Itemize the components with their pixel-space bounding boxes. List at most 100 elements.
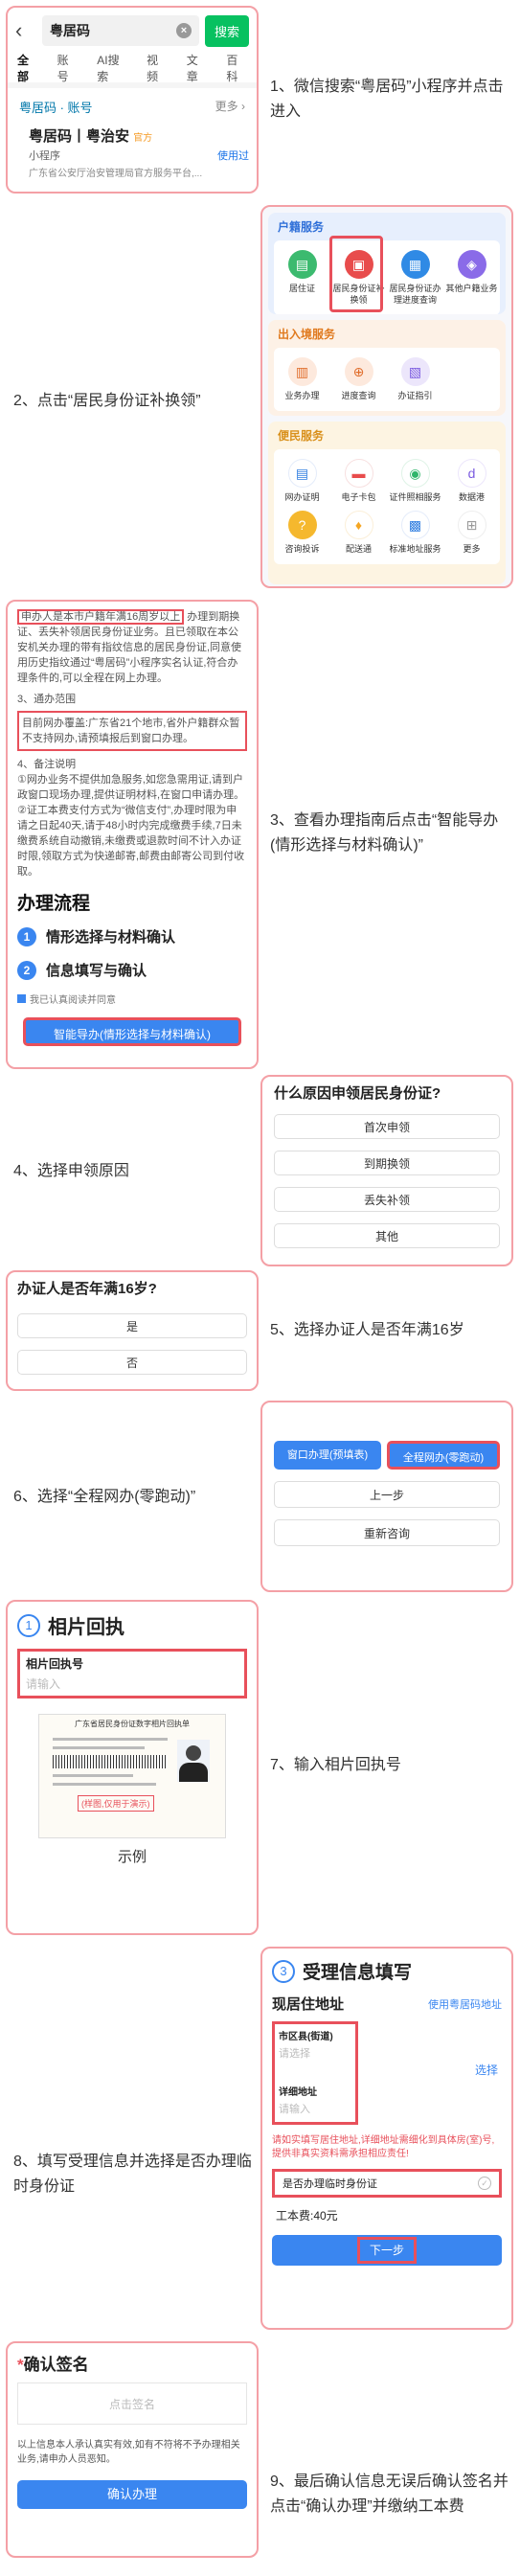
service-residence-permit[interactable]: ▤ 居住证 (274, 246, 330, 309)
step3-caption: 3、查看办理指南后点击“智能导办(情形选择与材料确认)” (270, 812, 499, 854)
proof-icon: ▤ (287, 459, 317, 488)
household-panel: 户籍服务 ▤ 居住证 ▣ 居民身份证补换领 ▦ 居民身份证办理进度查询 ◈ 其他户籍业务 (268, 213, 506, 314)
tab-ai-search[interactable]: AI搜索 (97, 52, 127, 84)
tab-account[interactable]: 账号 (57, 52, 79, 84)
more-link[interactable]: 更多 › (215, 98, 245, 116)
service-data-port[interactable]: d 数据港 (443, 455, 500, 507)
online-handle-button[interactable]: 全程网办(零跑动) (387, 1441, 500, 1470)
data-icon: d (457, 459, 486, 488)
section-number: 3 (272, 1959, 295, 1983)
section-title: 粤居码 · 账号 (19, 101, 93, 115)
receipt-field: 相片回执号 请输入 (17, 1649, 247, 1698)
service-guide[interactable]: ▧ 办证指引 (387, 353, 443, 405)
age-question: 办证人是否年满16岁? (17, 1281, 157, 1297)
step2-caption: 2、点击“居民身份证补换领” (13, 393, 201, 409)
clear-icon[interactable]: × (175, 23, 192, 38)
window-handle-button[interactable]: 窗口办理(预填表) (274, 1441, 381, 1470)
age-no[interactable]: 否 (17, 1350, 247, 1375)
district-select[interactable]: 请选择 (279, 2045, 351, 2061)
service-online-proof[interactable]: ▤ 网办证明 (274, 455, 330, 507)
next-step-button[interactable]: 下一步 (272, 2235, 502, 2266)
service-id-progress[interactable]: ▦ 居民身份证办理进度查询 (387, 246, 443, 309)
step7-caption: 7、输入相片回执号 (270, 1757, 401, 1773)
reason-other[interactable]: 其他 (274, 1223, 500, 1248)
step1-wechat-search-card: ‹ 粤居码 × 搜索 全部 账号 AI搜索 视频 文章 百科 粤居码 · 账号 … (6, 6, 259, 194)
required-star: * (17, 2356, 24, 2374)
address-warning: 请如实填写居住地址,详细地址需细化到具体房(室)号,提供非真实资料需承担相应责任… (272, 2135, 495, 2159)
service-more[interactable]: ⊞ 更多 (443, 507, 500, 559)
tab-wiki[interactable]: 百科 (226, 52, 247, 84)
guide-icon: ▧ (400, 357, 430, 386)
service-progress-query[interactable]: ⊕ 进度查询 (330, 353, 387, 405)
checkbox-icon (17, 994, 26, 1003)
service-e-wallet[interactable]: ▬ 电子卡包 (330, 455, 387, 507)
receipt-input[interactable]: 请输入 (26, 1676, 238, 1692)
tab-video[interactable]: 视频 (147, 52, 168, 84)
confirm-handle-button[interactable]: 确认办理 (17, 2480, 247, 2509)
search-input[interactable]: 粤居码 × (42, 15, 199, 46)
app-desc: 广东省公安厅治安管理局官方服务平台,... (29, 169, 203, 179)
wallet-icon: ▬ (344, 459, 373, 488)
service-photo[interactable]: ◉ 证件照相服务 (387, 455, 443, 507)
section-header: 粤居码 · 账号 更多 › (8, 88, 257, 116)
flow-step-1: 1 情形选择与材料确认 (17, 926, 247, 946)
service-business[interactable]: ▥ 业务办理 (274, 353, 330, 405)
example-label: 示例 (117, 1849, 147, 1865)
service-complaint[interactable]: ? 咨询投诉 (274, 507, 330, 559)
prev-step-button[interactable]: 上一步 (274, 1481, 500, 1508)
flow-title: 办理流程 (17, 894, 91, 914)
notes-text: ①网办业务不提供加急服务,如您急需用证,请到户政窗口现场办理,提供证明材料,在窗… (17, 774, 245, 878)
reason-first-apply[interactable]: 首次申领 (274, 1114, 500, 1139)
reason-expired[interactable]: 到期换领 (274, 1151, 500, 1175)
address-fields: 市区县(街道) 请选择 详细地址 请输入 (272, 2021, 358, 2125)
next-label: 下一步 (356, 2237, 417, 2264)
sign-area[interactable]: 点击签名 (17, 2382, 247, 2425)
progress-card-icon: ▦ (400, 250, 430, 279)
tab-article[interactable]: 文章 (187, 52, 208, 84)
search-query: 粤居码 (50, 23, 90, 38)
temp-id-label: 是否办理临时身份证 (283, 2178, 377, 2190)
photo-receipt-title: 相片回执 (48, 1617, 124, 1638)
agree-checkbox[interactable]: 我已认真阅读并同意 (17, 992, 247, 1006)
step1-caption: 1、微信搜索“粤居码”小程序并点击进入 (270, 79, 504, 120)
step4-reason-card: 什么原因申领居民身份证? 首次申领 到期换领 丢失补领 其他 (260, 1075, 513, 1266)
detail-input[interactable]: 请输入 (279, 2101, 351, 2116)
declare-text: 以上信息本人承认真实有效,如有不符将不予办理相关业务,请申办人员恶知。 (17, 2440, 240, 2465)
highlight-id-card-replace (329, 236, 383, 312)
service-delivery[interactable]: ♦ 配送通 (330, 507, 387, 559)
step-number: 2 (17, 960, 36, 980)
smart-guide-button[interactable]: 智能导办(情形选择与材料确认) (23, 1017, 241, 1046)
step2-service-grid-card: 户籍服务 ▤ 居住证 ▣ 居民身份证补换领 ▦ 居民身份证办理进度查询 ◈ 其他户籍业务… (260, 205, 513, 588)
district-label: 市区县(街道) (279, 2032, 333, 2042)
service-address[interactable]: ▩ 标准地址服务 (387, 507, 443, 559)
range-highlight: 目前网办覆盖:广东省21个地市,省外户籍群众暂不支持网办,请预填报后到窗口办理。 (17, 711, 247, 751)
condition-highlight: 申办人是本市户籍年满16周岁以上 (17, 609, 185, 625)
age-yes[interactable]: 是 (17, 1313, 247, 1338)
step5-age-card: 办证人是否年满16岁? 是 否 (6, 1270, 259, 1391)
portrait-icon (177, 1740, 210, 1782)
thumb-icon: ♦ (344, 511, 373, 539)
check-circle-icon: ✓ (478, 2177, 491, 2190)
step8-caption: 8、填写受理信息并选择是否办理临时身份证 (13, 2154, 252, 2195)
mini-program-result[interactable]: 粤居码丨粤治安 官方 小程序 使用过 广东省公安厅治安管理局官方服务平台,... (8, 116, 257, 189)
restart-consult-button[interactable]: 重新咨询 (274, 1519, 500, 1546)
back-icon[interactable]: ‹ (15, 18, 36, 43)
grid-more-icon: ⊞ (457, 511, 486, 539)
reason-lost[interactable]: 丢失补领 (274, 1187, 500, 1212)
step9-confirm-card: *确认签名 点击签名 以上信息本人承认真实有效,如有不符将不予办理相关业务,请申… (6, 2341, 259, 2558)
tab-all[interactable]: 全部 (17, 52, 38, 84)
receipt-sample-image: 广东省居民身份证数字相片回执单 (样图,仅用于演示) (38, 1714, 226, 1838)
app-meta: 小程序 使用过 (29, 148, 249, 163)
convenience-title: 便民服务 (278, 429, 325, 443)
search-doc-icon: ⊕ (344, 357, 373, 386)
temp-id-option[interactable]: 是否办理临时身份证 ✓ (272, 2169, 502, 2198)
step4-caption: 4、选择申领原因 (13, 1163, 129, 1179)
official-tag: 官方 (133, 133, 153, 144)
search-button[interactable]: 搜索 (204, 14, 249, 47)
acceptance-title: 受理信息填写 (303, 1963, 413, 1983)
residence-card-icon: ▤ (287, 250, 317, 279)
service-other-household[interactable]: ◈ 其他户籍业务 (443, 246, 500, 309)
exit-entry-title: 出入境服务 (278, 328, 336, 341)
choose-link[interactable]: 选择 (475, 2062, 498, 2078)
use-code-address-link[interactable]: 使用粤居码地址 (428, 1996, 502, 2012)
